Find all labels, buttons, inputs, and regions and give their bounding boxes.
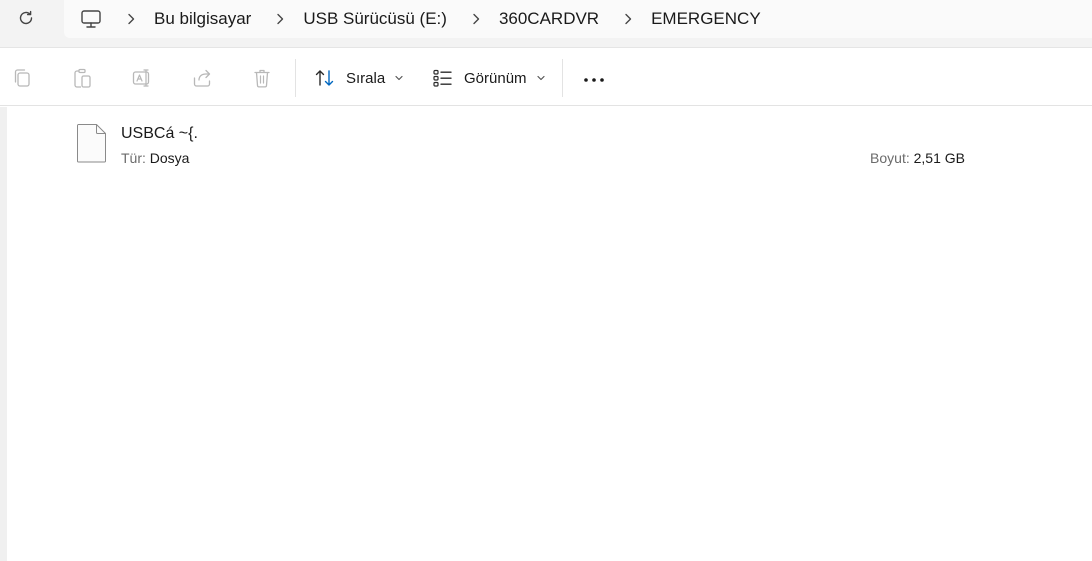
breadcrumb-item-this-pc[interactable]: Bu bilgisayar [154, 9, 251, 29]
address-box[interactable]: Bu bilgisayar USB Sürücüsü (E:) 360CARDV… [64, 0, 1092, 38]
file-size-key: Boyut: [870, 150, 910, 166]
breadcrumb-computer-button[interactable] [80, 8, 102, 30]
file-name: USBCá ~{. [121, 125, 198, 142]
file-type-key: Tür: [121, 150, 146, 166]
command-bar: Sırala Görünüm [0, 49, 1092, 106]
chevron-right-icon[interactable] [273, 12, 287, 26]
address-bar-row: Bu bilgisayar USB Sürücüsü (E:) 360CARDV… [0, 0, 1092, 48]
copy-button[interactable] [10, 66, 34, 90]
chevron-right-icon[interactable] [124, 12, 138, 26]
sort-button[interactable]: Sırala [314, 63, 404, 93]
delete-icon [254, 69, 270, 88]
file-size: Boyut: 2,51 GB [870, 150, 965, 166]
chevron-right-icon[interactable] [621, 12, 635, 26]
file-size-value: 2,51 GB [913, 150, 965, 166]
list-item[interactable]: USBCá ~{. Tür: Dosya Boyut: 2,51 GB [70, 121, 990, 171]
sort-icon [315, 70, 334, 86]
chevron-right-icon[interactable] [469, 12, 483, 26]
refresh-button[interactable] [12, 4, 40, 32]
copy-icon [14, 69, 30, 87]
rename-button[interactable] [130, 66, 154, 90]
sort-label: Sırala [346, 69, 386, 87]
file-type: Tür: Dosya [121, 150, 189, 166]
view-button[interactable]: Görünüm [432, 63, 546, 93]
refresh-icon [19, 10, 33, 25]
file-type-value: Dosya [149, 150, 190, 166]
computer-icon [81, 10, 101, 28]
toolbar-divider [295, 59, 296, 97]
paste-icon [74, 68, 91, 88]
chevron-down-icon [536, 74, 546, 82]
toolbar-divider [562, 59, 563, 97]
navigation-pane-edge [0, 107, 7, 561]
more-icon [584, 78, 604, 82]
paste-button[interactable] [70, 66, 94, 90]
rename-icon [132, 69, 150, 87]
breadcrumb-item-usb-drive[interactable]: USB Sürücüsü (E:) [303, 9, 447, 29]
breadcrumb-item-360cardvr[interactable]: 360CARDVR [499, 9, 599, 29]
chevron-down-icon [394, 74, 404, 82]
breadcrumb-item-emergency[interactable]: EMERGENCY [651, 9, 761, 29]
view-icon [433, 69, 452, 87]
share-icon [193, 69, 211, 87]
more-options-button[interactable] [578, 66, 610, 94]
file-icon [76, 123, 108, 163]
file-list-pane[interactable]: USBCá ~{. Tür: Dosya Boyut: 2,51 GB [0, 107, 1092, 561]
delete-button[interactable] [250, 66, 274, 90]
view-label: Görünüm [464, 69, 527, 87]
share-button[interactable] [190, 66, 214, 90]
